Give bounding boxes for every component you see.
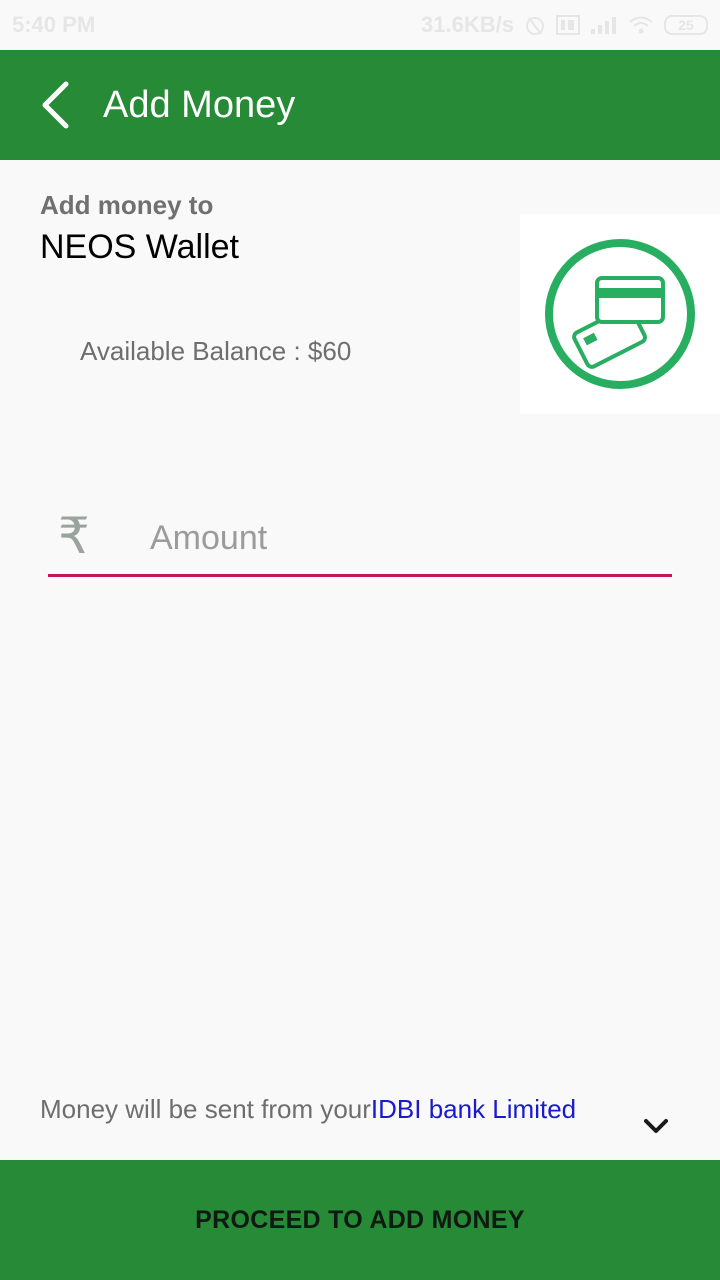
back-button[interactable]: [30, 78, 84, 132]
network-speed: 31.6KB/s: [421, 12, 514, 37]
bank-dropdown-toggle[interactable]: [640, 1112, 672, 1140]
source-line: Money will be sent from yourIDBI bank Li…: [40, 1094, 576, 1125]
wifi-icon: [628, 15, 654, 35]
wallet-card-icon: [545, 239, 695, 389]
add-money-label: Add money to: [40, 190, 214, 220]
wallet-name: NEOS Wallet: [40, 228, 240, 266]
page-title: Add Money: [103, 84, 296, 126]
back-arrow-icon: [42, 81, 69, 129]
amount-underline: [48, 574, 672, 577]
proceed-button[interactable]: PROCEED TO ADD MONEY: [0, 1160, 720, 1280]
app-bar: Add Money: [0, 50, 720, 160]
rupee-icon: ₹: [58, 508, 90, 564]
status-icons: 31.6KB/s 25: [421, 12, 708, 38]
amount-input[interactable]: [150, 512, 650, 564]
signal-icon: [590, 15, 618, 35]
wallet-card: [520, 214, 720, 414]
status-bar: 5:40 PM 31.6KB/s 25: [0, 0, 720, 50]
battery-icon: 25: [664, 15, 708, 35]
source-prefix: Money will be sent from your: [40, 1094, 371, 1124]
hd-icon: [556, 15, 580, 35]
bank-name-link[interactable]: IDBI bank Limited: [371, 1094, 576, 1124]
status-time: 5:40 PM: [12, 12, 96, 37]
alarm-icon: [524, 14, 546, 36]
available-balance: Available Balance : $60: [80, 336, 352, 366]
chevron-down-icon: [644, 1119, 668, 1133]
amount-field: ₹: [48, 500, 672, 577]
